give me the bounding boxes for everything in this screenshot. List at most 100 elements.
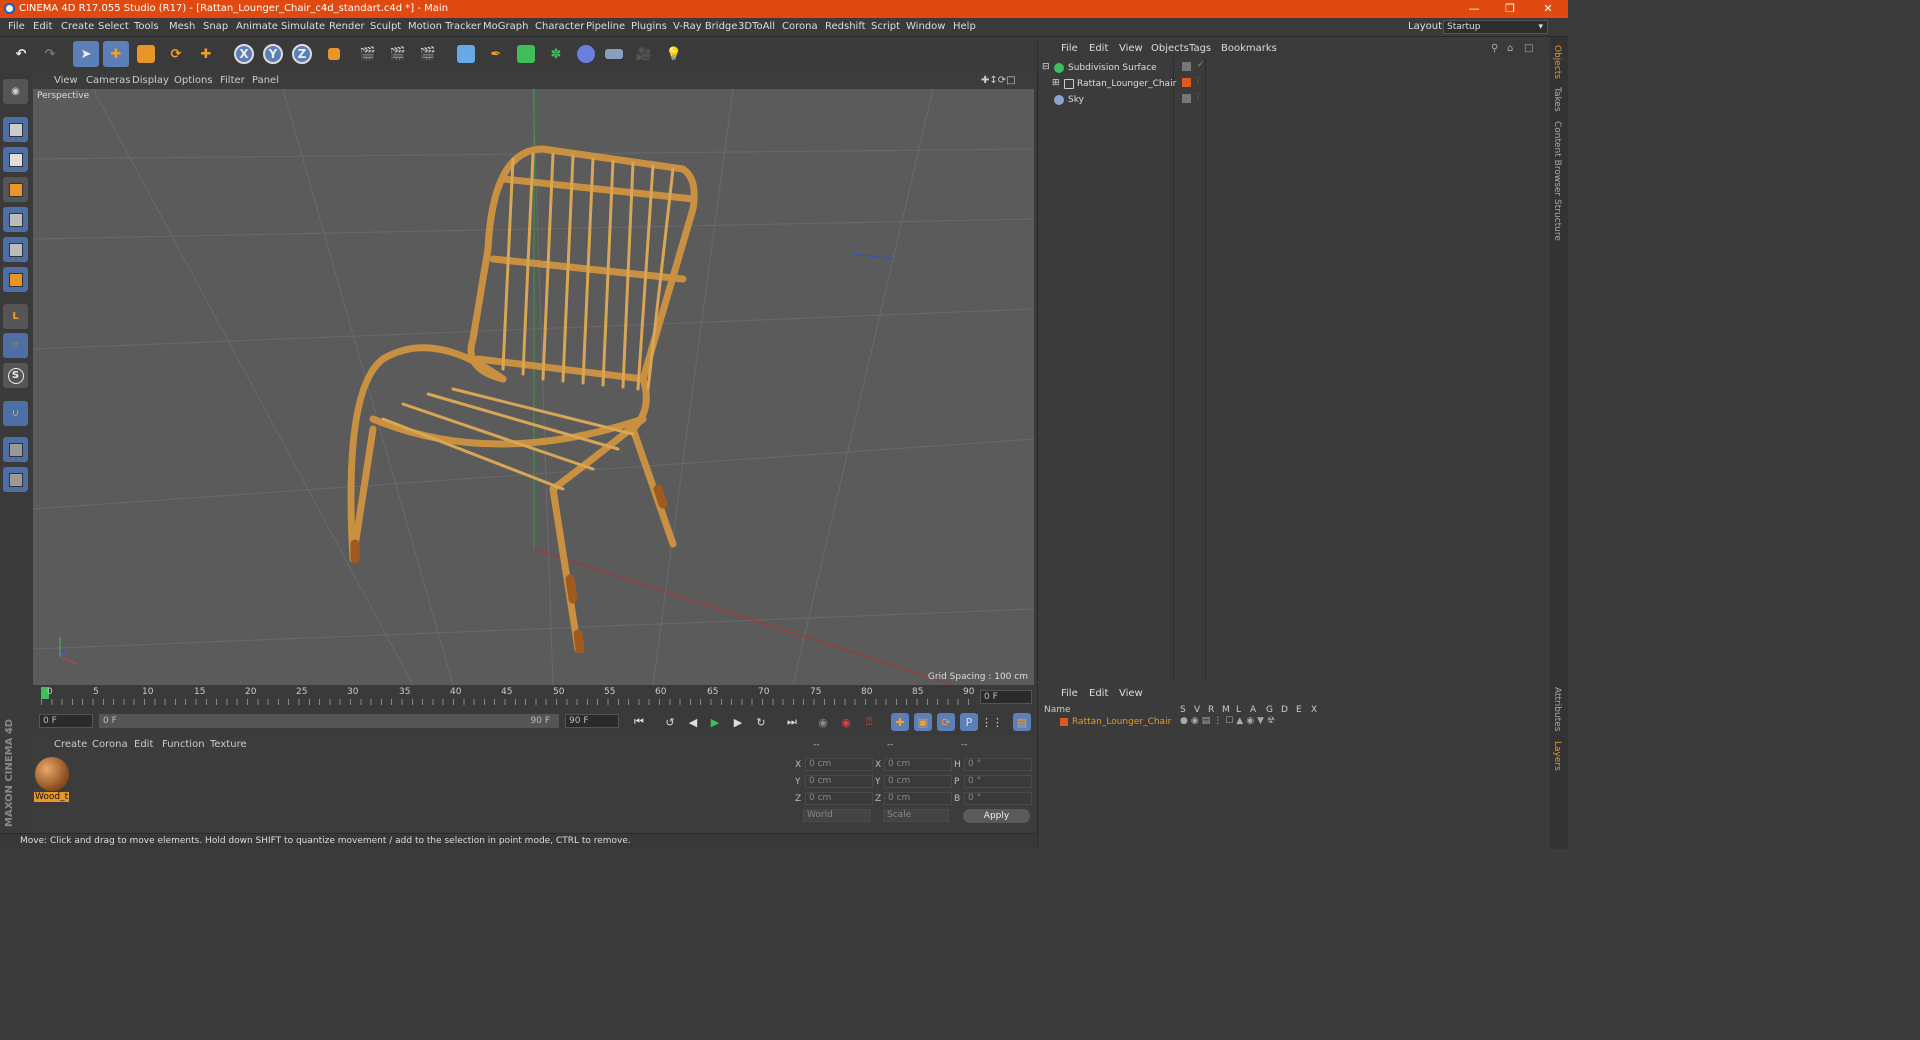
vp-menu-display[interactable]: Display [132,75,169,86]
menu-motion-tracker[interactable]: Motion Tracker [408,21,481,32]
size-z-field[interactable]: 0 cm [884,792,952,805]
frame-range-slider[interactable]: 0 F 90 F [99,714,559,728]
render-picture-viewer-button[interactable]: 🎬 [385,41,411,67]
menu-sculpt[interactable]: Sculpt [370,21,401,32]
viewport[interactable]: View Cameras Display Options Filter Pane… [33,73,1034,685]
y-axis-lock-button[interactable]: Y [260,41,286,67]
tab-layers[interactable]: Layers [1552,741,1562,771]
next-key-button[interactable]: ↻ [752,713,770,731]
rotation-b-field[interactable]: 0 ° [964,792,1032,805]
model-mode-button[interactable] [3,117,28,142]
select-tool-button[interactable]: ➤ [73,41,99,67]
size-y-field[interactable]: 0 cm [884,775,952,788]
minimize-button[interactable]: — [1456,0,1492,18]
vp-menu-panel[interactable]: Panel [252,75,279,86]
lock-workplane-button[interactable] [3,437,28,462]
close-button[interactable]: ✕ [1530,0,1566,18]
layout-select[interactable]: Startup ▾ [1443,20,1548,34]
menu-character[interactable]: Character [535,21,584,32]
deformer-button[interactable] [573,41,599,67]
render-view-button[interactable]: 🎬 [355,41,381,67]
mat-menu-create[interactable]: Create [54,739,87,750]
array-button[interactable]: ✽ [543,41,569,67]
vp-menu-view[interactable]: View [54,75,78,86]
coord-space-select[interactable]: World [803,809,871,822]
tab-attributes[interactable]: Attributes [1552,687,1562,731]
mat-menu-corona[interactable]: Corona [92,739,128,750]
redo-button[interactable]: ↷ [37,41,63,67]
move-tool-button[interactable]: ✚ [103,41,129,67]
live-select-button[interactable]: ✚ [193,41,219,67]
menu-tools[interactable]: Tools [134,21,159,32]
mat-menu-edit[interactable]: Edit [134,739,153,750]
key-scale-button[interactable]: ▣ [914,713,932,731]
menu-render[interactable]: Render [329,21,365,32]
timeline-window-button[interactable]: ▤ [1013,713,1031,731]
restore-button[interactable]: ❐ [1492,0,1528,18]
tweak-mode-button[interactable]: ☞ [3,333,28,358]
polygons-mode-button[interactable] [3,267,28,292]
apply-button[interactable]: Apply [963,809,1030,823]
obj-menu-edit[interactable]: Edit [1089,43,1108,54]
obj-menu-tags[interactable]: Tags [1189,43,1211,54]
menu-3dtoall[interactable]: 3DToAll [738,21,775,32]
checkmark-icon[interactable]: ✓ [1197,60,1205,70]
menu-redshift[interactable]: Redshift [825,21,866,32]
coord-scale-select[interactable]: Scale [883,809,949,822]
edges-mode-button[interactable] [3,237,28,262]
record-active-button[interactable]: ◉ [814,713,832,731]
undo-button[interactable]: ↶ [8,41,34,67]
visibility-dots-icon[interactable]: ⋮ [1194,92,1202,101]
play-button[interactable]: ▶ [706,713,724,731]
planar-workplane-button[interactable] [3,467,28,492]
menu-edit[interactable]: Edit [33,21,52,32]
snap-button[interactable]: ∪ [3,401,28,426]
pen-spline-button[interactable]: ✒ [483,41,509,67]
current-frame-field[interactable]: 0 F [980,690,1032,704]
next-frame-button[interactable]: ▶ [729,713,747,731]
position-x-field[interactable]: 0 cm [805,758,873,771]
key-pla-button[interactable]: ⋮⋮ [981,713,1003,731]
object-row[interactable]: ⊞ Rattan_Lounger_Chair ⋮ [1042,76,1546,92]
menu-simulate[interactable]: Simulate [281,21,325,32]
menu-animate[interactable]: Animate [236,21,278,32]
timeline-ruler[interactable]: 0 5 10 15 20 25 30 35 40 45 50 55 60 65 … [33,685,1034,707]
position-z-field[interactable]: 0 cm [805,792,873,805]
menu-script[interactable]: Script [871,21,900,32]
key-position-button[interactable]: ✚ [891,713,909,731]
obj-menu-view[interactable]: View [1119,43,1143,54]
light-button[interactable]: 💡 [661,41,687,67]
start-frame-field[interactable]: 0 F [39,714,93,728]
menu-help[interactable]: Help [953,21,976,32]
menu-snap[interactable]: Snap [203,21,228,32]
subdivision-button[interactable] [513,41,539,67]
tab-content-browser[interactable]: Content Browser [1552,121,1562,196]
object-row[interactable]: Sky ⋮ [1042,92,1546,108]
menu-mograph[interactable]: MoGraph [483,21,528,32]
viewport-nav-icon[interactable]: ✚↕⟳□ [981,75,1016,86]
layer-menu-file[interactable]: File [1061,688,1078,699]
menu-window[interactable]: Window [906,21,945,32]
menu-mesh[interactable]: Mesh [169,21,195,32]
go-to-start-button[interactable]: ⏮ [630,713,648,731]
vp-menu-filter[interactable]: Filter [220,75,245,86]
object-name[interactable]: Sky [1068,95,1084,105]
coordinate-system-button[interactable] [321,41,347,67]
layer-row[interactable]: Rattan_Lounger_Chair ●◉▤⋮☐▲◉▼☢ [1042,716,1546,729]
mat-menu-function[interactable]: Function [162,739,205,750]
layer-menu-view[interactable]: View [1119,688,1143,699]
layer-name[interactable]: Rattan_Lounger_Chair [1072,717,1171,727]
menu-vray-bridge[interactable]: V-Ray Bridge [673,21,737,32]
rotation-h-field[interactable]: 0 ° [964,758,1032,771]
camera-button[interactable]: 🎥 [631,41,657,67]
vp-menu-options[interactable]: Options [174,75,213,86]
prev-key-button[interactable]: ↺ [661,713,679,731]
render-settings-button[interactable]: 🎬 [415,41,441,67]
go-to-end-button[interactable]: ⏭ [783,713,801,731]
expand-icon[interactable]: ⊞ [1052,78,1060,88]
tab-objects[interactable]: Objects [1552,45,1562,79]
material-name[interactable]: Wood_t [34,792,70,802]
menu-file[interactable]: File [8,21,25,32]
end-frame-field[interactable]: 90 F [565,714,619,728]
object-name[interactable]: Rattan_Lounger_Chair [1077,79,1176,89]
